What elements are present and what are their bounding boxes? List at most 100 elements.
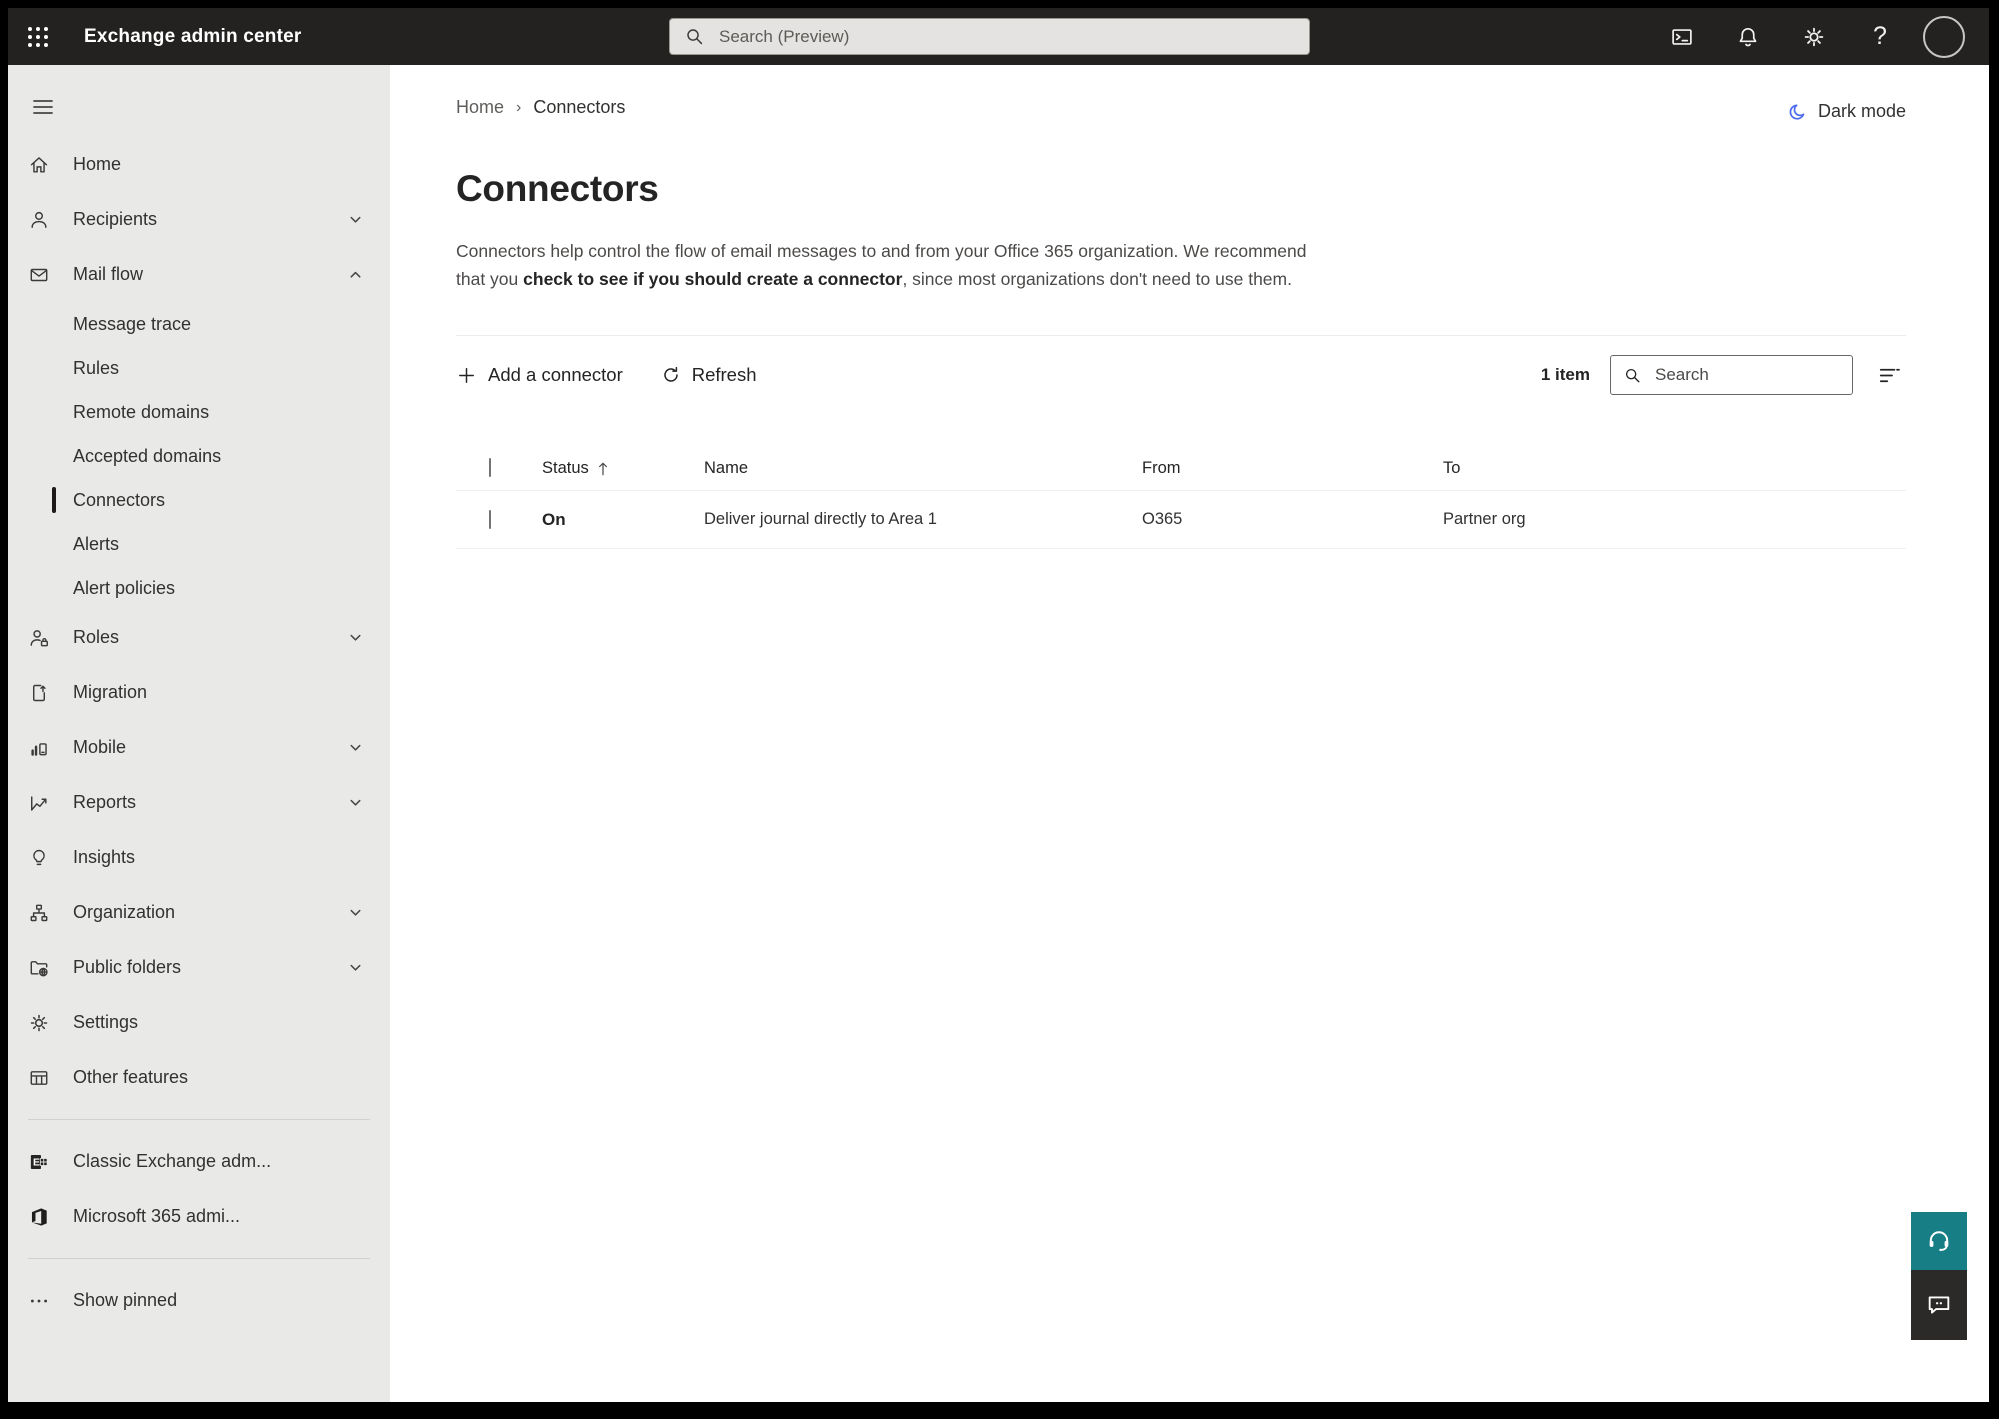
column-header-to[interactable]: To [1443, 459, 1906, 478]
sidebar-item-mobile[interactable]: Mobile [8, 720, 390, 775]
sidebar-item-remote-domains[interactable]: Remote domains [8, 390, 390, 434]
sidebar-divider [28, 1258, 370, 1259]
person-icon [28, 209, 50, 231]
list-search-input[interactable] [1653, 364, 1878, 386]
floating-action-buttons [1911, 1212, 1967, 1340]
row-name[interactable]: Deliver journal directly to Area 1 [704, 510, 1142, 529]
create-connector-link[interactable]: check to see if you should create a conn… [523, 269, 902, 289]
sidebar-divider [28, 1119, 370, 1120]
sidebar-item-insights[interactable]: Insights [8, 830, 390, 885]
help-icon[interactable]: ? [1857, 14, 1903, 60]
document-arrow-icon [28, 682, 50, 704]
dark-mode-label: Dark mode [1817, 101, 1906, 121]
chevron-down-icon [347, 629, 364, 646]
chevron-down-icon [347, 904, 364, 921]
sidebar-item-home[interactable]: Home [8, 137, 390, 192]
column-header-status[interactable]: Status [542, 459, 704, 478]
search-icon [1623, 366, 1642, 385]
chevron-down-icon [347, 739, 364, 756]
sidebar-item-mail-flow[interactable]: Mail flow [8, 247, 390, 302]
chevron-up-icon [347, 266, 364, 283]
mobile-chart-icon [28, 737, 50, 759]
app-launcher-icon[interactable] [14, 13, 62, 61]
table-row[interactable]: On Deliver journal directly to Area 1 O3… [456, 490, 1906, 549]
dark-mode-toggle[interactable]: Dark mode [1787, 101, 1906, 122]
ellipsis-icon [28, 1290, 50, 1312]
global-search-input[interactable] [717, 25, 1295, 48]
add-connector-button[interactable]: Add a connector [456, 364, 623, 386]
sidebar-item-other-features[interactable]: Other features [8, 1050, 390, 1105]
sidebar-item-microsoft-365-admin[interactable]: Microsoft 365 admi... [8, 1189, 390, 1244]
sidebar-item-settings[interactable]: Settings [8, 995, 390, 1050]
global-search-box[interactable] [669, 18, 1310, 55]
sidebar-item-migration[interactable]: Migration [8, 665, 390, 720]
filter-icon[interactable] [1873, 359, 1906, 392]
office-logo-icon [28, 1206, 50, 1228]
chevron-down-icon [347, 211, 364, 228]
chevron-down-icon [347, 959, 364, 976]
breadcrumb-separator-icon: › [516, 98, 522, 116]
search-icon [684, 26, 705, 47]
list-search-box[interactable] [1610, 355, 1878, 395]
row-from: O365 [1142, 510, 1183, 528]
sidebar-item-classic-exchange-admin[interactable]: E Classic Exchange adm... [8, 1134, 390, 1189]
top-bar: Exchange admin center Search (Preview) ? [8, 8, 1989, 65]
avatar[interactable] [1923, 15, 1965, 58]
sidebar-item-accepted-domains[interactable]: Accepted domains [8, 434, 390, 478]
sidebar-item-roles[interactable]: Roles [8, 610, 390, 665]
table-grid-icon [28, 1067, 50, 1089]
sidebar-item-connectors[interactable]: Connectors [8, 478, 390, 522]
hamburger-menu-icon[interactable] [20, 87, 66, 127]
refresh-icon [661, 365, 681, 385]
home-icon [28, 154, 50, 176]
sidebar-item-alerts[interactable]: Alerts [8, 522, 390, 566]
row-status: On [542, 509, 566, 529]
list-toolbar: Add a connector Refresh 1 item Search [456, 336, 1906, 414]
sidebar-item-alert-policies[interactable]: Alert policies [8, 566, 390, 610]
sidebar-item-show-pinned[interactable]: Show pinned [8, 1273, 390, 1328]
column-header-name[interactable]: Name [704, 459, 1142, 478]
breadcrumb: Home › Connectors [456, 97, 625, 118]
sidebar-item-public-folders[interactable]: Public folders [8, 940, 390, 995]
top-bar-actions: ? [1659, 8, 1965, 65]
feedback-chat-icon[interactable] [1911, 1270, 1967, 1340]
table-header-row: Status Name From To [456, 446, 1906, 490]
gear-icon [28, 1012, 50, 1034]
envelope-icon [28, 264, 50, 286]
refresh-button[interactable]: Refresh [661, 364, 757, 386]
exchange-logo-icon: E [28, 1151, 50, 1173]
app-title: Exchange admin center [84, 25, 302, 47]
select-all-checkbox[interactable] [489, 458, 491, 477]
sidebar-item-recipients[interactable]: Recipients [8, 192, 390, 247]
breadcrumb-current: Connectors [533, 97, 626, 117]
page-description: Connectors help control the flow of emai… [456, 238, 1312, 293]
moon-icon [1787, 101, 1808, 122]
notifications-bell-icon[interactable] [1725, 14, 1771, 60]
lightbulb-icon [28, 847, 50, 869]
row-to: Partner org [1443, 510, 1526, 528]
sidebar-item-reports[interactable]: Reports [8, 775, 390, 830]
support-headset-icon[interactable] [1911, 1212, 1967, 1270]
line-chart-icon [28, 792, 50, 814]
app-window: Exchange admin center Search (Preview) ?… [8, 8, 1989, 1402]
main-content: Home › Connectors Dark mode Connectors C… [390, 65, 1989, 1402]
connectors-table: Status Name From To On Deliver journal d… [456, 446, 1906, 549]
column-header-from[interactable]: From [1142, 459, 1443, 478]
svg-text:E: E [33, 1157, 40, 1168]
sidebar-nav: Home Recipients Mail flow Message trace … [8, 65, 390, 1402]
sidebar-item-organization[interactable]: Organization [8, 885, 390, 940]
person-lock-icon [28, 627, 50, 649]
breadcrumb-home-link[interactable]: Home [456, 97, 504, 118]
row-checkbox[interactable] [489, 509, 491, 529]
plus-icon [456, 365, 477, 386]
sidebar-item-message-trace[interactable]: Message trace [8, 302, 390, 346]
settings-gear-icon[interactable] [1791, 14, 1837, 60]
org-chart-icon [28, 902, 50, 924]
powershell-icon[interactable] [1659, 14, 1705, 60]
sort-ascending-icon [596, 461, 610, 476]
chevron-down-icon [347, 794, 364, 811]
page-title: Connectors [456, 168, 659, 209]
folder-globe-icon [28, 957, 50, 979]
sidebar-item-rules[interactable]: Rules [8, 346, 390, 390]
description-text: , since most organizations don't need to… [902, 268, 1292, 289]
